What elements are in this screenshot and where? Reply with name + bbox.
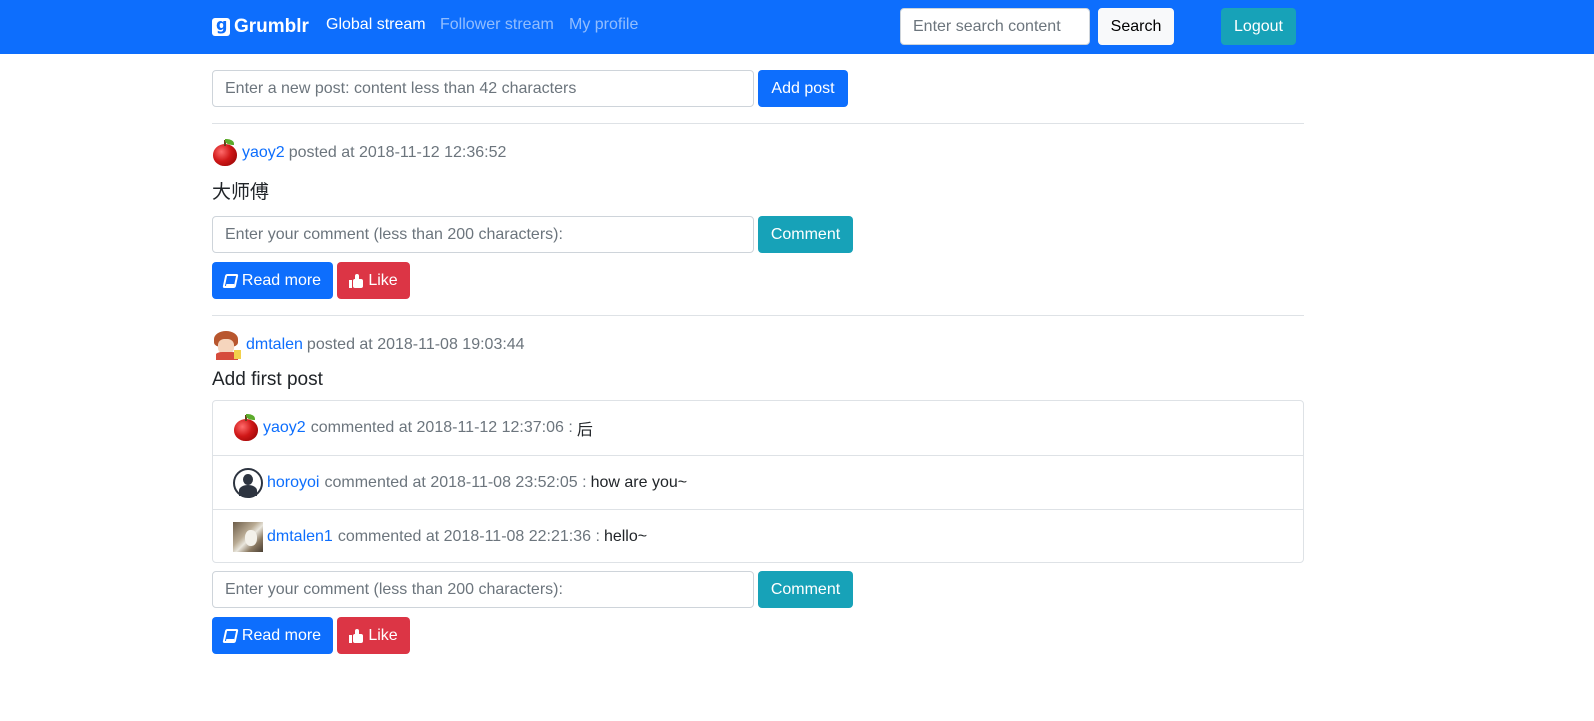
comment-button[interactable]: Comment (758, 216, 853, 253)
comment-item: dmtalen1 commented at 2018-11-08 22:21:3… (213, 509, 1303, 563)
search-input[interactable] (900, 8, 1090, 45)
apple-avatar-fruit (213, 144, 237, 166)
nav-link-my-profile[interactable]: My profile (569, 16, 638, 34)
thumbs-up-icon (349, 273, 364, 288)
nav-link-follower-stream[interactable]: Follower stream (440, 16, 554, 34)
post-header: yaoy2 posted at 2018-11-12 12:36:52 (212, 138, 506, 168)
comment-text: hello~ (603, 527, 648, 545)
avatar[interactable] (233, 521, 263, 552)
comment-item: horoyoi commented at 2018-11-08 23:52:05… (213, 455, 1303, 509)
avatar[interactable] (233, 414, 259, 442)
thumbs-up-icon (349, 628, 364, 643)
book-icon (222, 273, 239, 288)
new-post-input[interactable] (212, 70, 754, 107)
comment-timestamp: commented at 2018-11-08 22:21:36 : (337, 527, 600, 545)
like-button[interactable]: Like (337, 262, 410, 299)
post-content: 大师傅 (212, 182, 270, 203)
comment-button[interactable]: Comment (758, 571, 853, 608)
comment-username-link[interactable]: horoyoi (267, 474, 319, 492)
divider (212, 315, 1304, 316)
read-more-label: Read more (241, 626, 322, 644)
top-navbar: Grumblr Global stream Follower stream My… (0, 0, 1594, 54)
post-username-link[interactable]: dmtalen (246, 336, 303, 354)
read-more-label: Read more (241, 271, 322, 289)
like-button[interactable]: Like (337, 617, 410, 654)
post-timestamp: posted at 2018-11-08 19:03:44 (306, 336, 525, 353)
grumblr-logo-icon (212, 15, 230, 36)
add-post-button[interactable]: Add post (758, 70, 848, 107)
photo-avatar-figure (245, 529, 257, 546)
post-username-link[interactable]: yaoy2 (242, 144, 285, 162)
comment-input[interactable] (212, 216, 754, 253)
comment-username-link[interactable]: yaoy2 (263, 419, 306, 437)
read-more-button[interactable]: Read more (212, 262, 333, 299)
like-label: Like (368, 626, 398, 644)
comment-list: yaoy2 commented at 2018-11-12 12:37:06 :… (212, 400, 1304, 563)
search-button[interactable]: Search (1098, 8, 1174, 45)
logout-button[interactable]: Logout (1221, 8, 1296, 45)
apple-avatar-fruit (234, 419, 258, 441)
post-header: dmtalen posted at 2018-11-08 19:03:44 (212, 330, 525, 360)
comment-text: how are you~ (590, 473, 688, 491)
divider (212, 123, 1304, 124)
comment-item: yaoy2 commented at 2018-11-12 12:37:06 :… (213, 401, 1303, 455)
brand-label: Grumblr (234, 16, 309, 37)
post-content: Add first post (212, 369, 323, 390)
nav-link-global-stream[interactable]: Global stream (326, 16, 426, 34)
like-label: Like (368, 271, 398, 289)
comment-timestamp: commented at 2018-11-12 12:37:06 : (310, 419, 573, 436)
avatar[interactable] (212, 330, 242, 360)
avatar[interactable] (233, 467, 263, 498)
person-avatar-body (239, 484, 257, 496)
book-icon (222, 628, 239, 643)
brand-link[interactable]: Grumblr (212, 14, 309, 40)
comment-timestamp: commented at 2018-11-08 23:52:05 : (324, 473, 587, 491)
comment-username-link[interactable]: dmtalen1 (267, 528, 333, 546)
anime-avatar-badge (234, 350, 241, 359)
person-avatar-head (243, 473, 253, 485)
post-timestamp: posted at 2018-11-12 12:36:52 (288, 144, 507, 161)
avatar[interactable] (212, 139, 238, 167)
comment-text: 后 (576, 422, 593, 439)
comment-input[interactable] (212, 571, 754, 608)
read-more-button[interactable]: Read more (212, 617, 333, 654)
